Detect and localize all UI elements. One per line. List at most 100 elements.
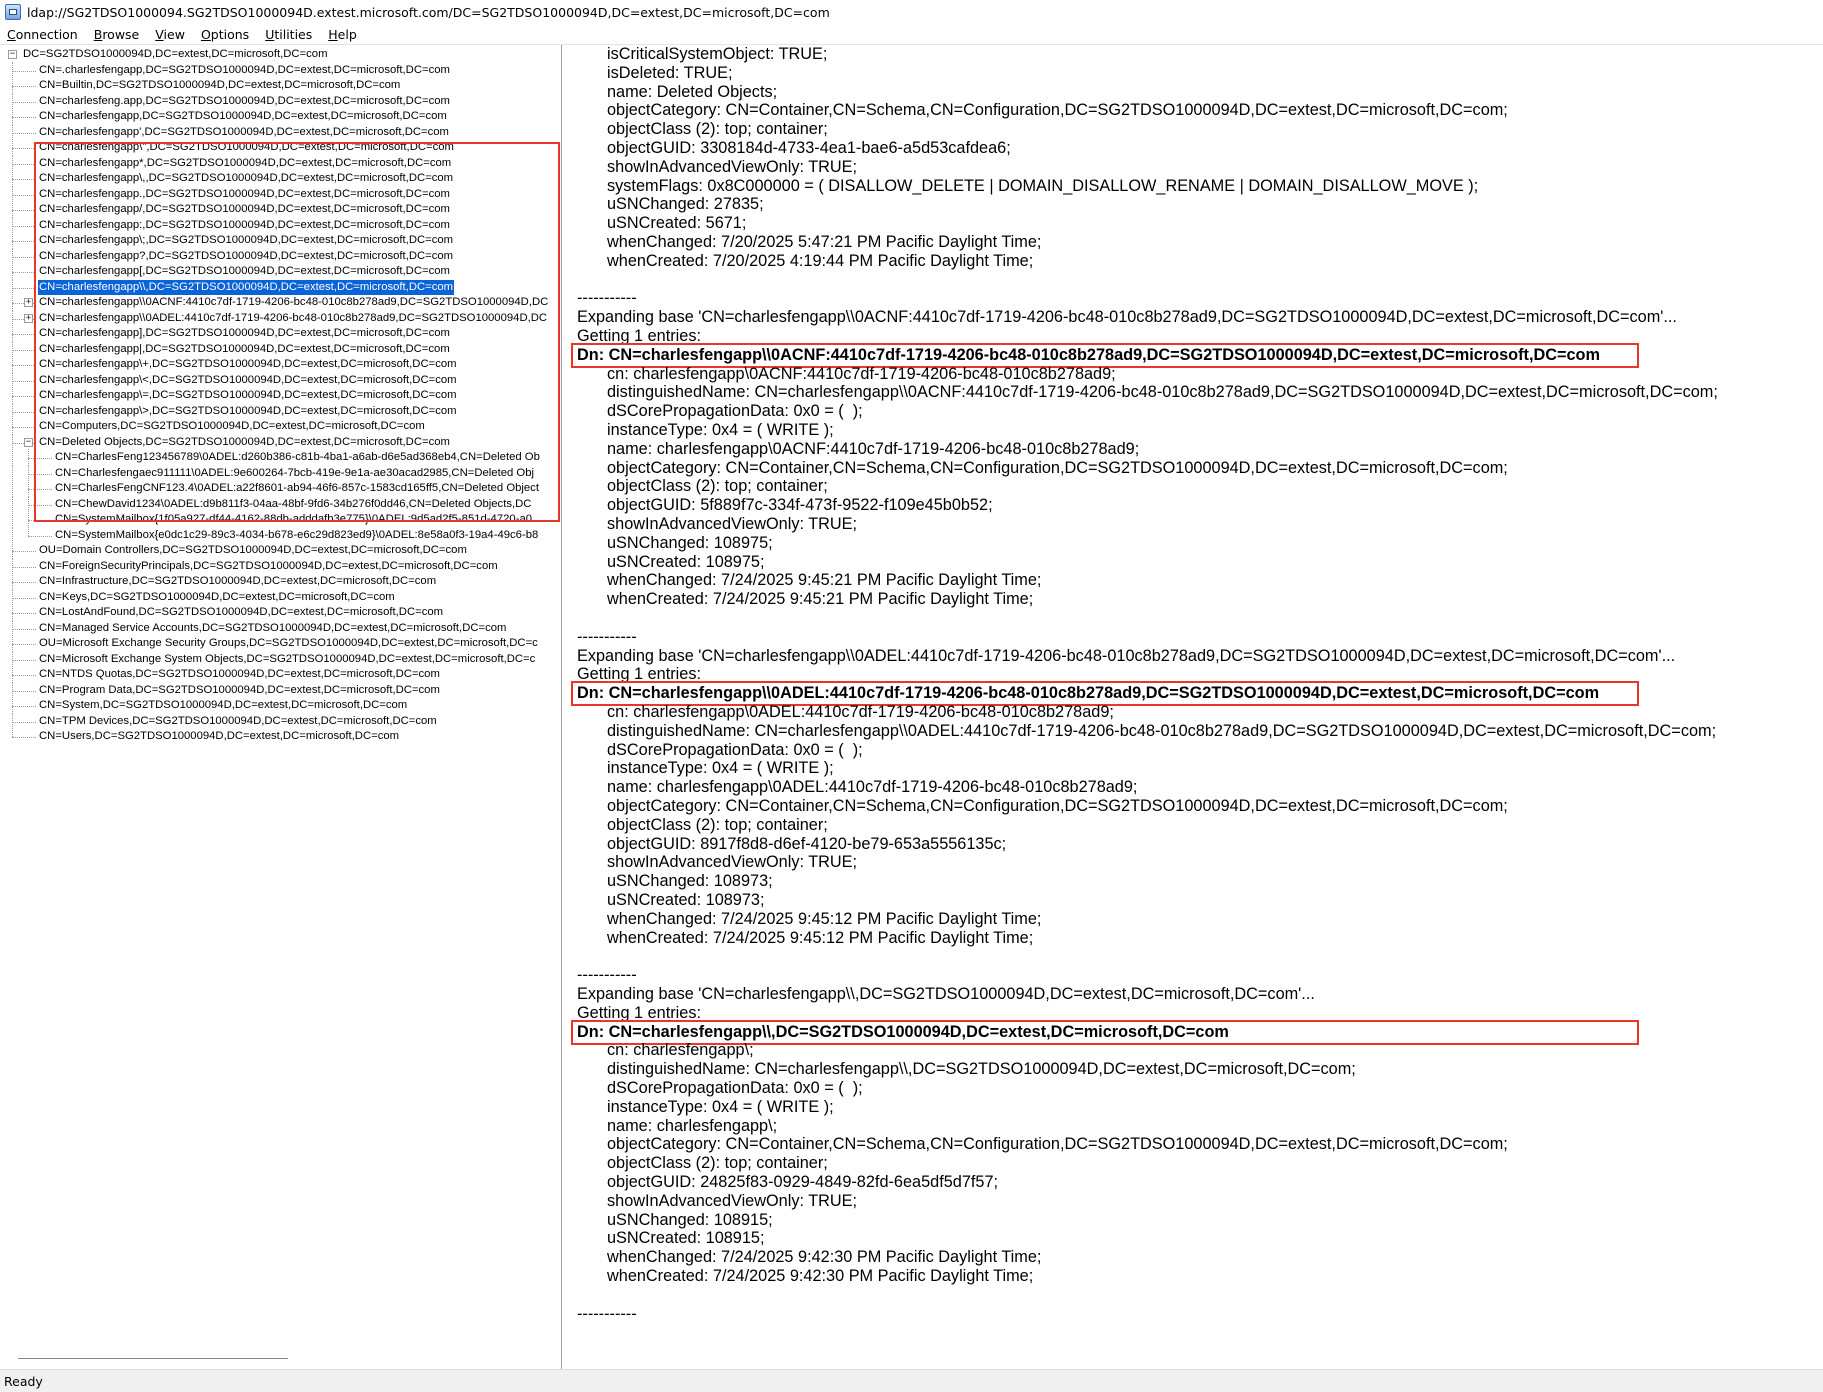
tree-connector	[12, 272, 36, 273]
result-line: Getting 1 entries:	[577, 327, 701, 345]
tree-node-label[interactable]: CN=ChewDavid1234\0ADEL:d9b811f3-04aa-48b…	[54, 497, 532, 512]
menu-utilities[interactable]: Utilities	[257, 27, 320, 42]
tree-connector	[12, 644, 36, 645]
tree-node-label[interactable]: CN=TPM Devices,DC=SG2TDSO1000094D,DC=ext…	[38, 714, 438, 729]
tree-node-label[interactable]: CN=.charlesfengapp,DC=SG2TDSO1000094D,DC…	[38, 63, 451, 78]
tree-node-label[interactable]: CN=Computers,DC=SG2TDSO1000094D,DC=extes…	[38, 419, 426, 434]
tree-node-label[interactable]: CN=SystemMailbox{e0dc1c29-89c3-4034-b678…	[54, 528, 539, 543]
tree-node-label[interactable]: CN=Charlesfengaec911111\0ADEL:9e600264-7…	[54, 466, 535, 481]
tree-node-label[interactable]: CN=charlesfengapp\",DC=SG2TDSO1000094D,D…	[38, 140, 455, 155]
tree-node-label[interactable]: CN=Keys,DC=SG2TDSO1000094D,DC=extest,DC=…	[38, 590, 396, 605]
tree-node-label[interactable]: CN=ForeignSecurityPrincipals,DC=SG2TDSO1…	[38, 559, 499, 574]
tree-node-label[interactable]: DC=SG2TDSO1000094D,DC=extest,DC=microsof…	[22, 47, 329, 62]
result-line: showInAdvancedViewOnly: TRUE;	[607, 515, 858, 533]
tree-connector	[28, 520, 52, 521]
tree-connector	[12, 210, 36, 211]
tree-connector	[12, 117, 36, 118]
menu-connection[interactable]: Connection	[0, 27, 86, 42]
tree-node-label[interactable]: CN=Program Data,DC=SG2TDSO1000094D,DC=ex…	[38, 683, 441, 698]
tree-connector	[12, 396, 36, 397]
tree-node-label[interactable]: CN=Users,DC=SG2TDSO1000094D,DC=extest,DC…	[38, 729, 400, 744]
tree-node-label[interactable]: CN=CharlesFengCNF123.4\0ADEL:a22f8601-ab…	[54, 481, 540, 496]
result-line: uSNCreated: 108915;	[607, 1229, 765, 1248]
result-line: instanceType: 0x4 = ( WRITE );	[607, 759, 834, 778]
tree-connector	[28, 535, 52, 537]
tree-node[interactable]: CN=Users,DC=SG2TDSO1000094D,DC=extest,DC…	[0, 728, 561, 746]
menu-view[interactable]: View	[147, 27, 193, 42]
tree-node-label[interactable]: CN=charlesfengapp\\0ADEL:4410c7df-1719-4…	[38, 311, 548, 326]
tree-node-label[interactable]: CN=CharlesFeng123456789\0ADEL:d260b386-c…	[54, 450, 541, 465]
tree-node-label[interactable]: CN=charlesfeng.app,DC=SG2TDSO1000094D,DC…	[38, 94, 451, 109]
tree-node-label[interactable]: CN=SystemMailbox{1f05a927-df44-4162-88db…	[54, 512, 533, 527]
tree-connector	[12, 706, 36, 707]
menu-options[interactable]: Options	[193, 27, 257, 42]
tree-node-label[interactable]: OU=Microsoft Exchange Security Groups,DC…	[38, 636, 539, 651]
tree-node-label[interactable]: CN=Microsoft Exchange System Objects,DC=…	[38, 652, 536, 667]
result-line: objectCategory: CN=Container,CN=Schema,C…	[607, 797, 1508, 815]
result-line: showInAdvancedViewOnly: TRUE;	[607, 853, 858, 872]
result-line: name: charlesfengapp\0ADEL:4410c7df-1719…	[607, 778, 1138, 797]
menu-help[interactable]: Help	[320, 27, 365, 42]
tree-node-label[interactable]: CN=NTDS Quotas,DC=SG2TDSO1000094D,DC=ext…	[38, 667, 441, 682]
result-line: isCriticalSystemObject: TRUE;	[607, 45, 828, 63]
tree-node-label[interactable]: CN=Deleted Objects,DC=SG2TDSO1000094D,DC…	[38, 435, 451, 450]
result-line: showInAdvancedViewOnly: TRUE;	[607, 1191, 858, 1210]
tree-connector	[12, 148, 36, 149]
tree-node-label[interactable]: CN=LostAndFound,DC=SG2TDSO1000094D,DC=ex…	[38, 605, 444, 620]
tree-node-label[interactable]: CN=charlesfengapp\<,DC=SG2TDSO1000094D,D…	[38, 373, 458, 388]
result-line: objectClass (2): top; container;	[607, 477, 828, 496]
tree-pane[interactable]: − DC=SG2TDSO1000094D,DC=extest,DC=microso…	[0, 45, 562, 1369]
tree-connector	[12, 380, 36, 382]
tree-node-label[interactable]: CN=charlesfengapp\\,DC=SG2TDSO1000094D,D…	[36, 278, 456, 296]
result-line: whenChanged: 7/24/2025 9:42:30 PM Pacifi…	[607, 1248, 1042, 1267]
tree-connector	[12, 464, 13, 481]
tree-node-label[interactable]: CN=charlesfengapp\\0ACNF:4410c7df-1719-4…	[38, 295, 549, 310]
tree-node-label[interactable]: CN=charlesfengapp,DC=SG2TDSO1000094D,DC=…	[38, 109, 448, 124]
result-line: Getting 1 entries:	[577, 665, 701, 684]
tree-node-label[interactable]: CN=charlesfengapp\;,DC=SG2TDSO1000094D,D…	[38, 233, 454, 248]
tree-node-label[interactable]: CN=charlesfengapp/,DC=SG2TDSO1000094D,DC…	[38, 202, 451, 217]
result-line: distinguishedName: CN=charlesfengapp\\0A…	[607, 383, 1718, 402]
collapse-icon[interactable]: −	[24, 437, 33, 447]
tree-connector	[12, 675, 36, 676]
tree-horizontal-scrollbar[interactable]	[18, 1358, 288, 1359]
result-line: Getting 1 entries:	[577, 1003, 701, 1022]
tree-connector	[12, 480, 13, 497]
collapse-icon[interactable]: −	[8, 50, 17, 59]
tree-node-label[interactable]: CN=charlesfengapp.,DC=SG2TDSO1000094D,DC…	[38, 187, 451, 202]
tree-connector	[28, 458, 52, 459]
tree-node-label[interactable]: OU=Domain Controllers,DC=SG2TDSO1000094D…	[38, 543, 468, 558]
result-line: dSCorePropagationData: 0x0 = ( );	[607, 740, 863, 759]
tree-node-label[interactable]: CN=charlesfengapp\+,DC=SG2TDSO1000094D,D…	[38, 357, 458, 372]
tree-connector	[12, 728, 13, 737]
tree-node-label[interactable]: CN=Managed Service Accounts,DC=SG2TDSO10…	[38, 621, 507, 636]
tree-connector	[12, 427, 36, 428]
tree-node-label[interactable]: CN=charlesfengapp[,DC=SG2TDSO1000094D,DC…	[38, 264, 451, 279]
expand-icon[interactable]: +	[24, 298, 33, 307]
result-line: objectGUID: 8917f8d8-d6ef-4120-be79-653a…	[607, 834, 1007, 853]
tree-connector	[12, 737, 36, 738]
tree-node-label[interactable]: CN=charlesfengapp\>,DC=SG2TDSO1000094D,D…	[38, 404, 458, 419]
tree-node-label[interactable]: CN=charlesfengapp\,,DC=SG2TDSO1000094D,D…	[38, 171, 454, 186]
tree-node-label[interactable]: CN=Builtin,DC=SG2TDSO1000094D,DC=extest,…	[38, 78, 401, 93]
tree-node-label[interactable]: CN=charlesfengapp?,DC=SG2TDSO1000094D,DC…	[38, 249, 454, 264]
tree-node-label[interactable]: CN=charlesfengapp*,DC=SG2TDSO1000094D,DC…	[38, 156, 452, 171]
result-line: name: charlesfengapp\0ACNF:4410c7df-1719…	[607, 439, 1140, 458]
result-line: cn: charlesfengapp\0ACNF:4410c7df-1719-4…	[607, 364, 1116, 383]
tree-node-label[interactable]: CN=System,DC=SG2TDSO1000094D,DC=extest,D…	[38, 698, 408, 713]
tree-node-label[interactable]: CN=charlesfengapp',DC=SG2TDSO1000094D,DC…	[38, 125, 450, 140]
result-line: whenCreated: 7/24/2025 9:45:21 PM Pacifi…	[607, 590, 1034, 609]
result-line: uSNChanged: 27835;	[607, 195, 764, 214]
tree-node-label[interactable]: CN=charlesfengapp\=,DC=SG2TDSO1000094D,D…	[38, 388, 458, 403]
menu-browse[interactable]: Browse	[86, 27, 148, 42]
tree-node-label[interactable]: CN=charlesfengapp:,DC=SG2TDSO1000094D,DC…	[38, 218, 451, 233]
details-pane[interactable]: isCriticalSystemObject: TRUE; isDeleted: …	[563, 45, 1823, 1369]
tree-node-label[interactable]: CN=charlesfengapp],DC=SG2TDSO1000094D,DC…	[38, 326, 451, 341]
tree-connector	[12, 287, 36, 289]
tree-node-label[interactable]: CN=charlesfengapp|,DC=SG2TDSO1000094D,DC…	[38, 342, 451, 357]
tree-connector	[12, 256, 36, 258]
tree-connector	[12, 163, 36, 165]
tree-node-label[interactable]: CN=Infrastructure,DC=SG2TDSO1000094D,DC=…	[38, 574, 437, 589]
window-title: ldap://SG2TDSO1000094.SG2TDSO1000094D.ex…	[27, 4, 830, 20]
expand-icon[interactable]: +	[24, 313, 33, 323]
